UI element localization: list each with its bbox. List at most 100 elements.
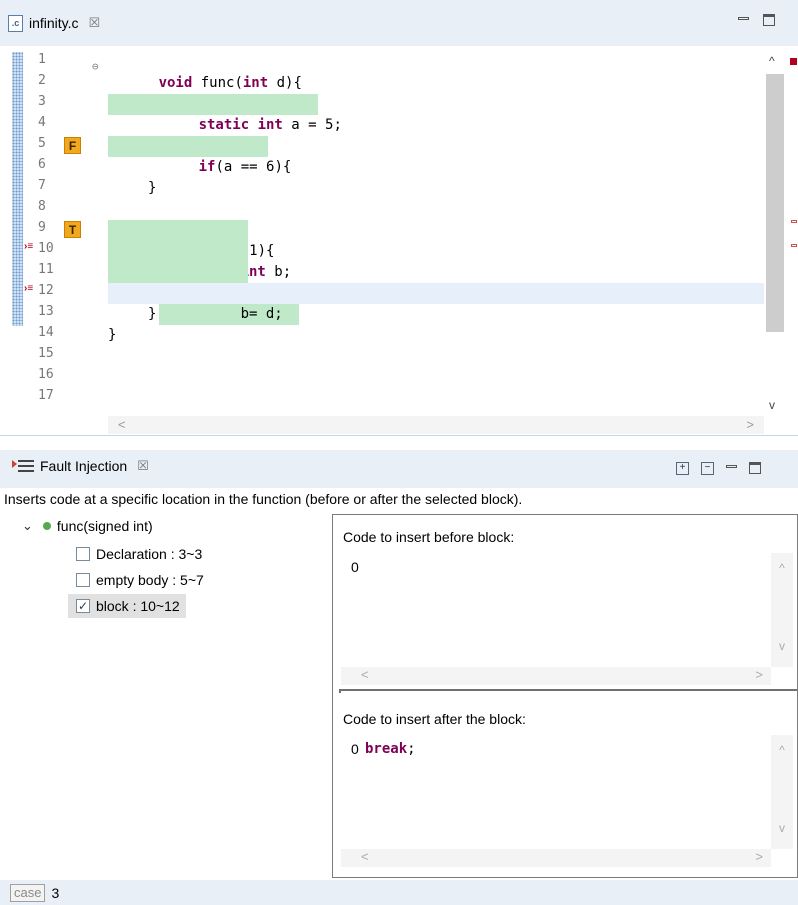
after-vertical-scrollbar[interactable]: ^ v — [771, 735, 793, 849]
case-value: 3 — [51, 884, 60, 901]
code-line-13: } — [148, 306, 157, 322]
scroll-left-arrow-icon[interactable]: < — [118, 417, 126, 432]
after-code-text[interactable]: break; — [365, 741, 416, 757]
splitter-sash[interactable] — [339, 689, 797, 693]
block-checkbox[interactable]: ✓ — [76, 599, 90, 613]
scroll-thumb[interactable] — [766, 74, 784, 332]
line-number: 2 — [38, 73, 46, 88]
line-number: 0 — [351, 741, 359, 757]
line-number: 16 — [38, 367, 54, 382]
overview-ruler[interactable] — [788, 52, 798, 418]
scroll-down-arrow-icon[interactable]: v — [771, 639, 793, 653]
code-line-1: ⊖ void func(int d){ — [92, 52, 302, 91]
c-file-icon: .c — [8, 14, 23, 32]
line-number: 4 — [38, 115, 46, 130]
before-horizontal-scrollbar[interactable]: < > — [341, 667, 771, 685]
false-badge: F — [64, 137, 81, 154]
close-tab-icon[interactable]: ☒ — [89, 15, 101, 31]
fault-injection-view-icon — [12, 460, 34, 472]
fold-collapse-icon[interactable]: ⊖ — [92, 56, 99, 77]
scroll-down-arrow-icon[interactable]: v — [771, 821, 793, 835]
scroll-right-arrow-icon[interactable]: > — [755, 667, 763, 682]
code-line-9: while(1){ — [108, 220, 274, 259]
before-block-code-editor[interactable]: 0 ^ v < > — [341, 553, 793, 685]
maximize-icon[interactable] — [763, 14, 775, 26]
scroll-down-arrow-icon[interactable]: v — [769, 398, 775, 412]
collapse-all-icon[interactable]: − — [701, 462, 714, 475]
line-number: 10 — [38, 241, 54, 256]
line-number: 6 — [38, 157, 46, 172]
editor-view-controls — [738, 14, 775, 26]
tree-item-label: empty body : 5~7 — [96, 572, 204, 588]
code-line-7: } — [148, 180, 157, 196]
line-number: 12 — [38, 283, 54, 298]
case-tag: case — [10, 883, 46, 902]
scroll-left-arrow-icon[interactable]: < — [361, 849, 369, 864]
error-marker-icon[interactable] — [790, 58, 797, 65]
line-number: 11 — [38, 262, 54, 277]
injection-marker-icon: ›≡ — [24, 283, 34, 294]
code-line-5: if(a == 6){ — [108, 136, 291, 175]
change-ruler — [12, 52, 23, 326]
annotation-marker-icon[interactable] — [791, 244, 797, 247]
line-number: 13 — [38, 304, 54, 319]
tree-root-label: func(signed int) — [56, 518, 153, 534]
code-line-12-current: b= d; — [108, 283, 764, 325]
line-number: 0 — [351, 559, 359, 575]
scroll-up-arrow-icon[interactable]: ^ — [771, 561, 793, 575]
after-block-code-editor[interactable]: 0 break; ^ v < > — [341, 735, 793, 867]
tree-item-label: Declaration : 3~3 — [96, 546, 203, 562]
before-block-label: Code to insert before block: — [343, 529, 515, 545]
minimize-icon[interactable] — [738, 17, 749, 20]
line-number: 14 — [38, 325, 54, 340]
code-editor[interactable]: 1 2 3 4 5 6 7 8 9 10 11 12 13 14 15 16 1… — [0, 46, 798, 436]
true-badge: T — [64, 221, 81, 238]
tab-infinity-c[interactable]: .c infinity.c ☒ — [8, 10, 100, 36]
line-number: 8 — [38, 199, 46, 214]
editor-horizontal-scrollbar[interactable]: < > — [108, 416, 764, 434]
scroll-left-arrow-icon[interactable]: < — [361, 667, 369, 682]
scroll-right-arrow-icon[interactable]: > — [755, 849, 763, 864]
declaration-checkbox[interactable] — [76, 547, 90, 561]
tree-item-empty-body[interactable]: empty body : 5~7 — [76, 568, 204, 592]
fault-injection-description: Inserts code at a specific location in t… — [4, 491, 523, 507]
tab-fault-injection[interactable]: Fault Injection ☒ — [12, 458, 149, 474]
scroll-right-arrow-icon[interactable]: > — [746, 417, 754, 432]
tree-item-block[interactable]: ✓ block : 10~12 — [68, 594, 186, 618]
code-line-11: int c; — [108, 262, 291, 301]
scroll-up-arrow-icon[interactable]: ^ — [771, 743, 793, 757]
tree-item-label: block : 10~12 — [96, 598, 180, 614]
editor-tab-title: infinity.c — [29, 15, 79, 31]
status-bar: case 3 — [0, 880, 798, 905]
function-icon — [42, 522, 51, 530]
line-number: 1 — [38, 52, 46, 67]
code-line-14: } — [108, 327, 117, 343]
code-line-10: int b; — [108, 241, 291, 280]
annotation-marker-icon[interactable] — [791, 220, 797, 223]
tree-root-func[interactable]: ⌄ func(signed int) — [22, 514, 153, 538]
minimize-icon[interactable] — [726, 465, 737, 468]
before-vertical-scrollbar[interactable]: ^ v — [771, 553, 793, 667]
editor-vertical-scrollbar[interactable]: ^ v — [764, 52, 786, 418]
line-number: 5 — [38, 136, 46, 151]
after-block-label: Code to insert after the block: — [343, 711, 526, 727]
chevron-down-icon[interactable]: ⌄ — [22, 518, 33, 534]
line-number: 17 — [38, 388, 54, 403]
close-view-icon[interactable]: ☒ — [137, 458, 149, 474]
line-number: 3 — [38, 94, 46, 109]
tree-item-declaration[interactable]: Declaration : 3~3 — [76, 542, 202, 566]
function-block-tree[interactable]: ⌄ func(signed int) Declaration : 3~3 emp… — [0, 512, 332, 878]
fault-injection-view-controls: + − — [676, 462, 761, 475]
scroll-up-arrow-icon[interactable]: ^ — [769, 54, 775, 68]
line-number: 9 — [38, 220, 46, 235]
empty-body-checkbox[interactable] — [76, 573, 90, 587]
insert-code-panel: Code to insert before block: 0 ^ v < > C… — [332, 514, 798, 878]
editor-tabbar: .c infinity.c ☒ — [0, 0, 798, 46]
fault-injection-tab-title: Fault Injection — [40, 458, 128, 474]
code-line-3: static int a = 5; — [108, 94, 342, 133]
line-number: 7 — [38, 178, 46, 193]
maximize-icon[interactable] — [749, 462, 761, 474]
injection-marker-icon: ›≡ — [24, 241, 34, 252]
after-horizontal-scrollbar[interactable]: < > — [341, 849, 771, 867]
expand-all-icon[interactable]: + — [676, 462, 689, 475]
